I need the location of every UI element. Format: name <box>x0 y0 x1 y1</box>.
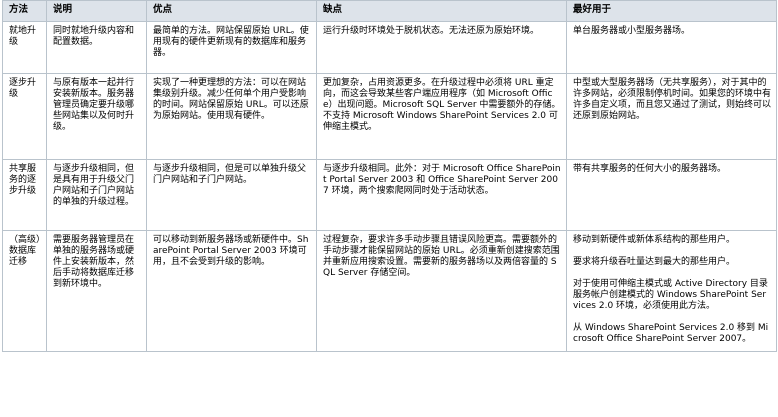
cell-best-for: 中型或大型服务器场（无共享服务），对于其中的许多网站，必须限制停机时间。如果您的… <box>566 73 777 160</box>
cell-cons: 与逐步升级相同。此外：对于 Microsoft Office SharePoin… <box>316 159 567 231</box>
header-best-for: 最好用于 <box>566 0 777 22</box>
header-description: 说明 <box>46 0 147 22</box>
cell-pros: 可以移动到新服务器场或新硬件中。SharePoint Portal Server… <box>146 230 317 352</box>
cell-best-for: 移动到新硬件或新体系结构的那些用户。 要求将升级吞吐量达到最大的那些用户。 对于… <box>566 230 777 352</box>
best-for-paragraph: 对于使用可伸缩主模式或 Active Directory 目录服务帐户创建模式的… <box>573 279 768 311</box>
best-for-paragraph: 从 Windows SharePoint Services 2.0 移到 Mic… <box>573 323 769 344</box>
cell-pros: 最简单的方法。网站保留原始 URL。使用现有的硬件更新现有的数据库和服务器。 <box>146 21 317 74</box>
cell-description: 同时就地升级内容和配置数据。 <box>46 21 147 74</box>
header-method: 方法 <box>2 0 47 22</box>
cell-pros: 与逐步升级相同，但是可以单独升级父门户网站和子门户网站。 <box>146 159 317 231</box>
best-for-paragraph: 移动到新硬件或新体系结构的那些用户。 <box>573 235 736 245</box>
table-row: 就地升级 同时就地升级内容和配置数据。 最简单的方法。网站保留原始 URL。使用… <box>2 21 777 74</box>
cell-cons: 更加复杂，占用资源更多。在升级过程中必须将 URL 重定向，而这会导致某些客户端… <box>316 73 567 160</box>
table-row: （高级）数据库迁移 需要服务器管理员在单独的服务器场或硬件上安装新版本，然后手动… <box>2 230 777 352</box>
table-row: 逐步升级 与原有版本一起并行安装新版本。服务器管理员确定要升级哪些网站集以及何时… <box>2 73 777 160</box>
cell-cons: 过程复杂，要求许多手动步骤且错误风险更高。需要额外的手动步骤才能保留网站的原始 … <box>316 230 567 352</box>
page: 方法 说明 优点 缺点 最好用于 就地升级 同时就地升级内容和配置数据。 最简单… <box>0 0 778 417</box>
cell-description: 与原有版本一起并行安装新版本。服务器管理员确定要升级哪些网站集以及何时升级。 <box>46 73 147 160</box>
best-for-paragraph: 单台服务器或小型服务器场。 <box>573 26 691 36</box>
cell-cons: 运行升级时环境处于脱机状态。无法还原为原始环境。 <box>316 21 567 74</box>
cell-method: （高级）数据库迁移 <box>2 230 47 352</box>
cell-method: 共享服务的逐步升级 <box>2 159 47 231</box>
cell-best-for: 带有共享服务的任何大小的服务器场。 <box>566 159 777 231</box>
best-for-paragraph: 要求将升级吞吐量达到最大的那些用户。 <box>573 257 736 267</box>
table-header: 方法 说明 优点 缺点 最好用于 <box>2 0 777 22</box>
cell-method: 逐步升级 <box>2 73 47 160</box>
cell-description: 与逐步升级相同，但是具有用于升级父门户网站和子门户网站的单独的升级过程。 <box>46 159 147 231</box>
cell-best-for: 单台服务器或小型服务器场。 <box>566 21 777 74</box>
cell-description: 需要服务器管理员在单独的服务器场或硬件上安装新版本，然后手动将数据库迁移到新环境… <box>46 230 147 352</box>
header-pros: 优点 <box>146 0 317 22</box>
cell-method: 就地升级 <box>2 21 47 74</box>
upgrade-methods-table: 方法 说明 优点 缺点 最好用于 就地升级 同时就地升级内容和配置数据。 最简单… <box>2 0 777 352</box>
best-for-paragraph: 中型或大型服务器场（无共享服务），对于其中的许多网站，必须限制停机时间。如果您的… <box>573 78 772 121</box>
header-cons: 缺点 <box>316 0 567 22</box>
cell-pros: 实现了一种更理想的方法：可以在网站集级别升级。减少任何单个用户受影响的时间。网站… <box>146 73 317 160</box>
table-row: 共享服务的逐步升级 与逐步升级相同，但是具有用于升级父门户网站和子门户网站的单独… <box>2 159 777 231</box>
best-for-paragraph: 带有共享服务的任何大小的服务器场。 <box>573 164 727 174</box>
header-row: 方法 说明 优点 缺点 最好用于 <box>2 0 777 22</box>
